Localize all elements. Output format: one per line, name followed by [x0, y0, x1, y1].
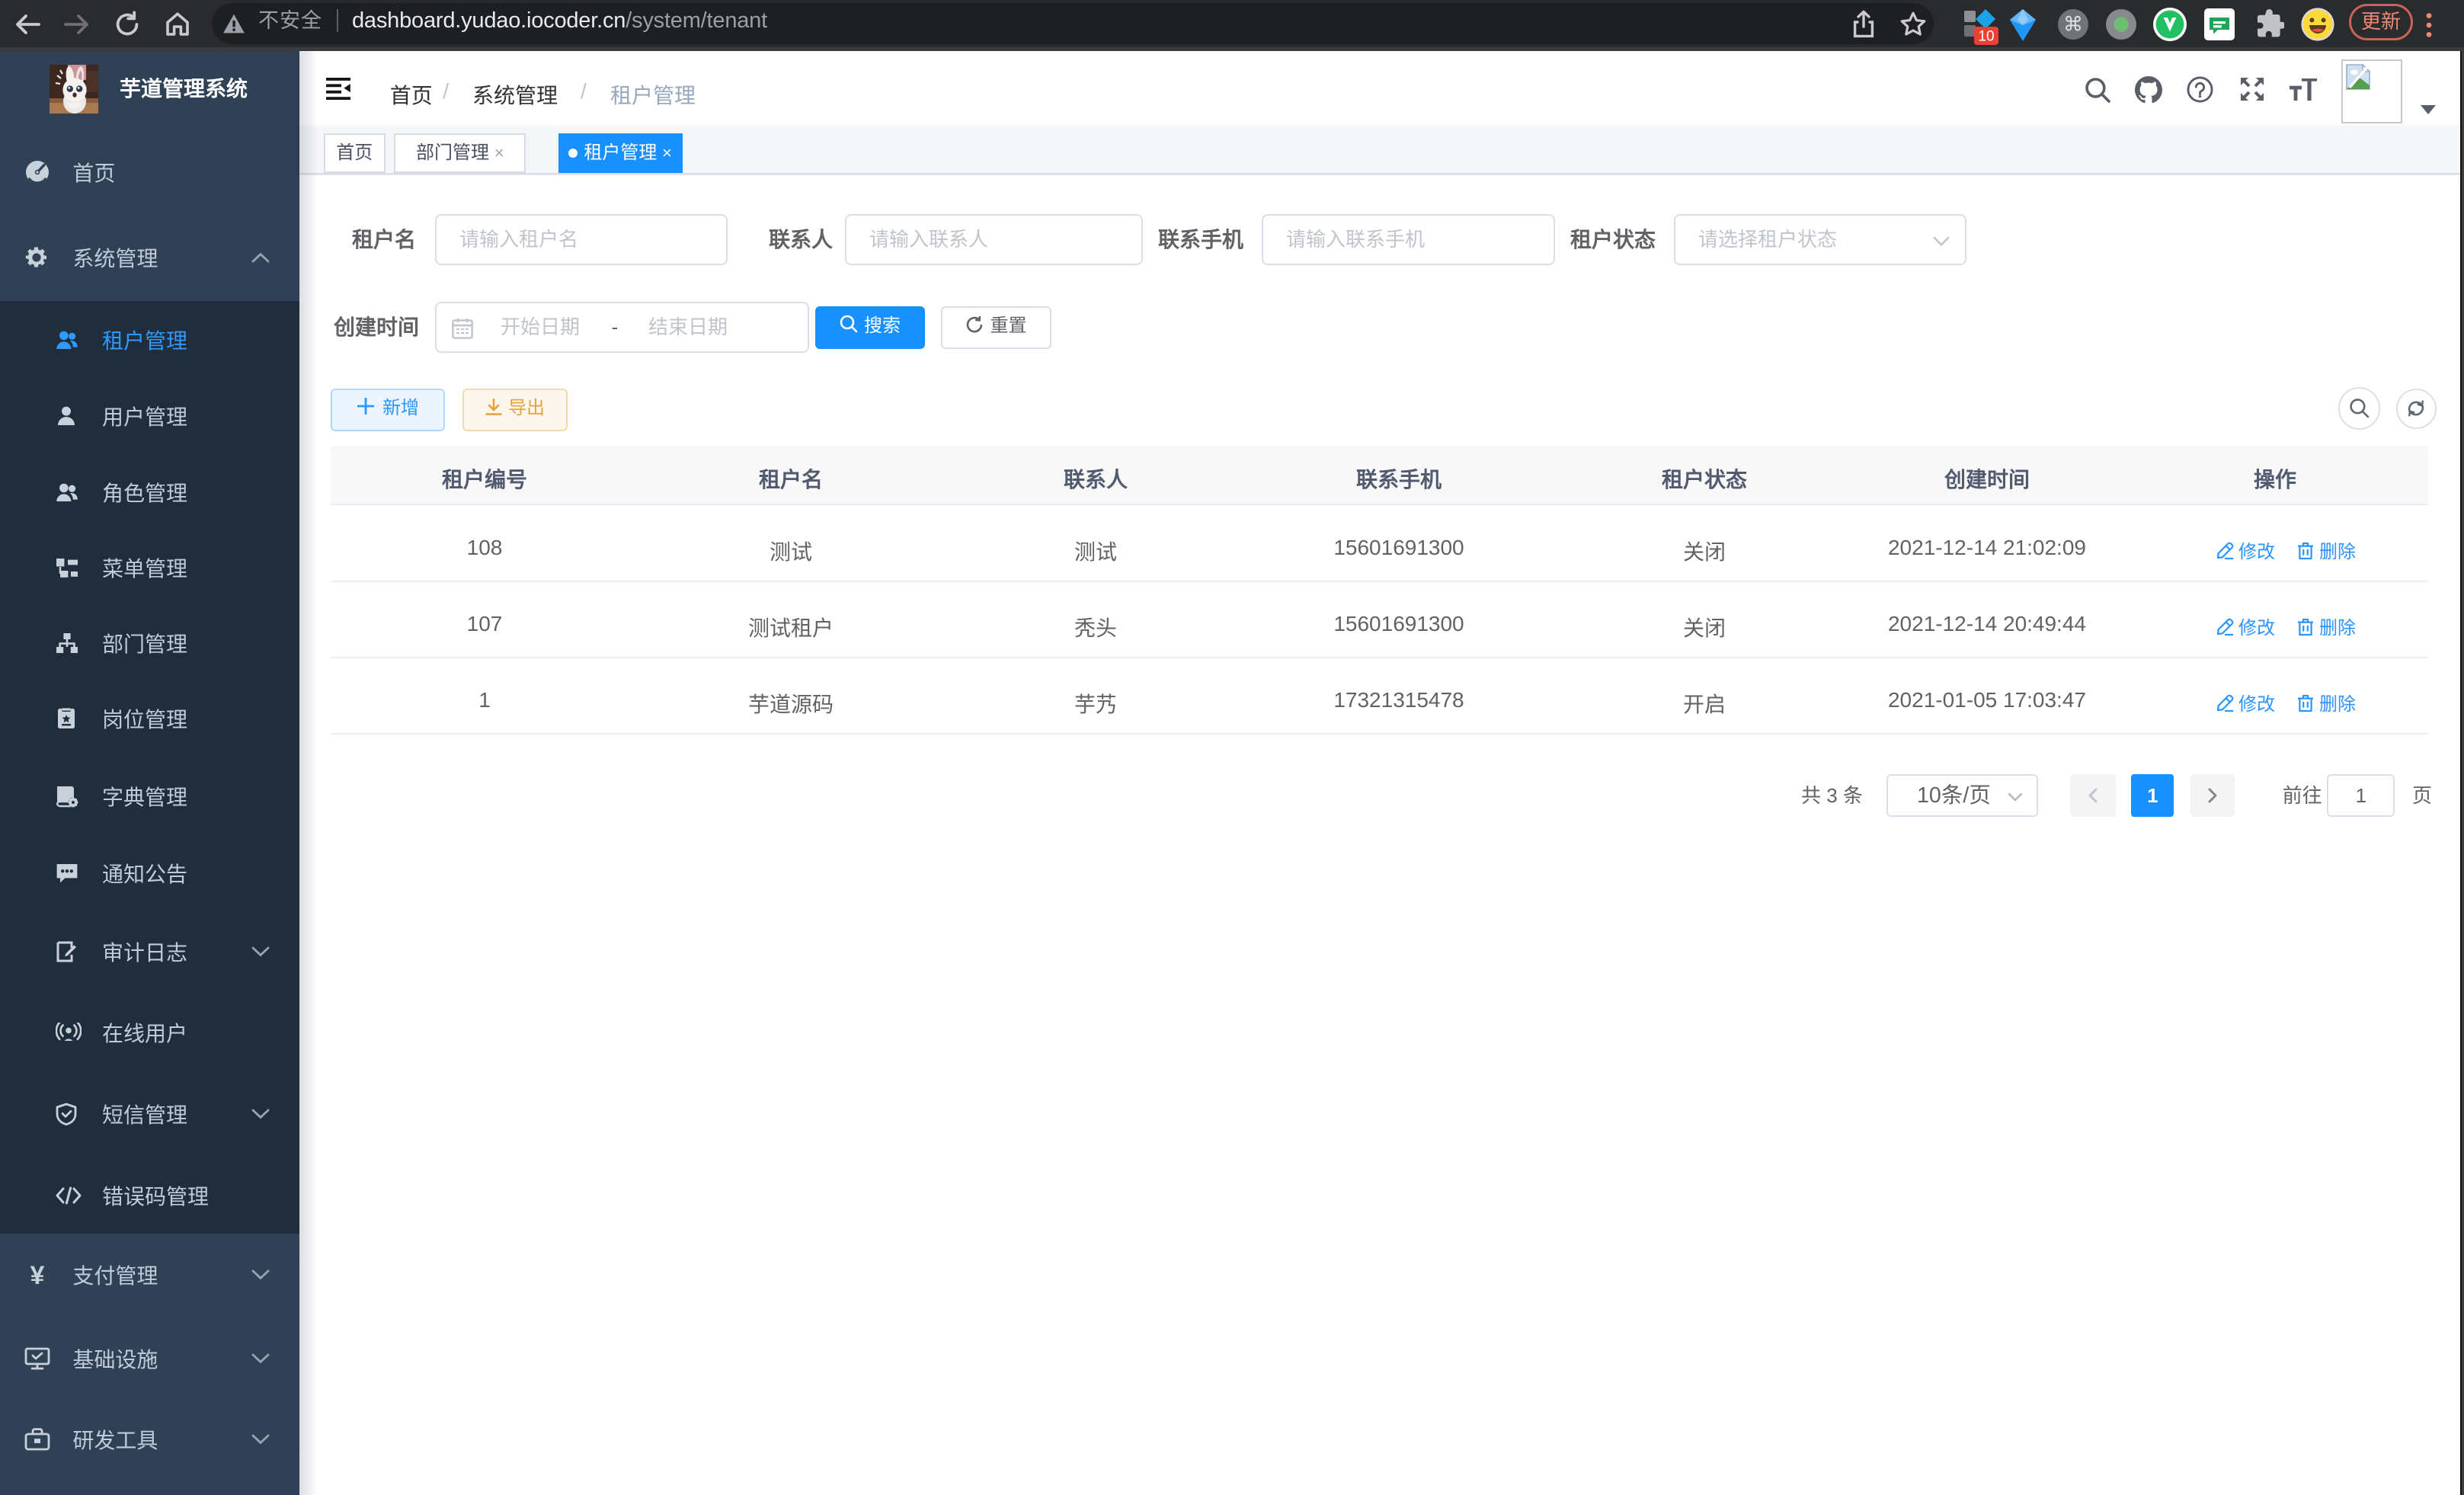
svg-text:¥: ¥ — [30, 1263, 45, 1287]
svg-text:10: 10 — [1978, 29, 1994, 45]
svg-text:⌘: ⌘ — [2063, 13, 2083, 36]
